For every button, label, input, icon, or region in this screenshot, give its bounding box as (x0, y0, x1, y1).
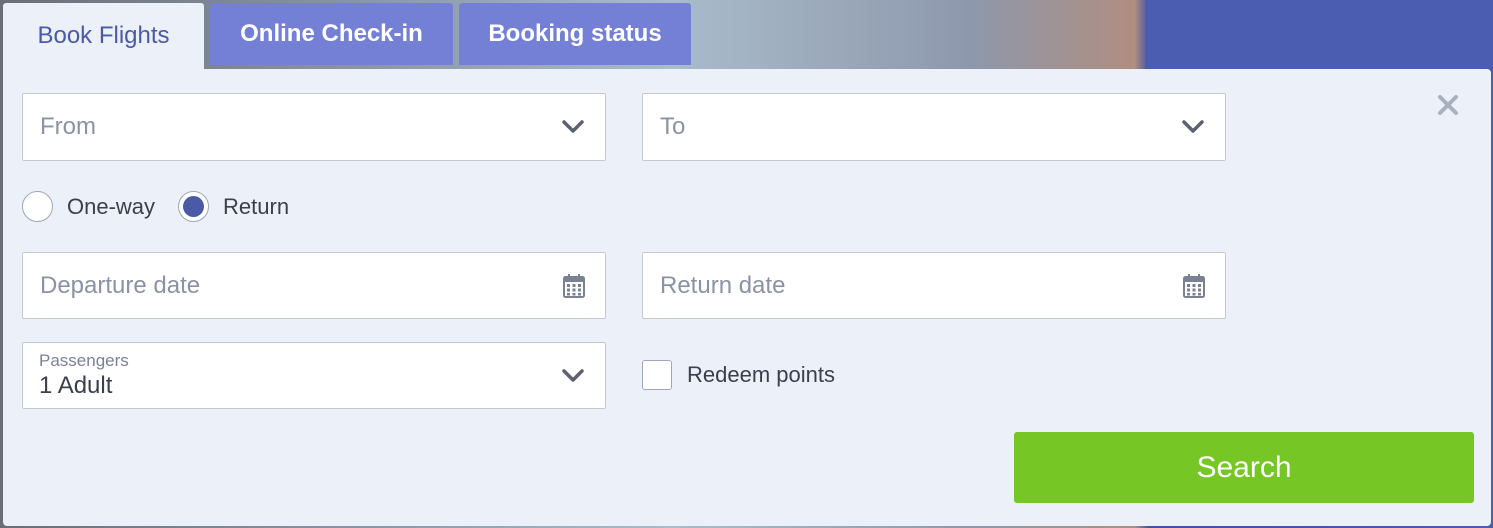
departure-date-field[interactable]: Departure date (22, 252, 606, 319)
booking-panel: From To One-way Return Departure date Re… (3, 69, 1491, 526)
passengers-value: 1 Adult (39, 371, 113, 399)
to-select[interactable]: To (642, 93, 1226, 161)
return-date-placeholder: Return date (660, 271, 786, 299)
one-way-label[interactable]: One-way (67, 194, 155, 220)
tab-book-flights[interactable]: Book Flights (3, 3, 204, 69)
radio-selected-dot (183, 196, 205, 217)
redeem-points-checkbox[interactable] (642, 360, 672, 390)
passengers-label: Passengers (39, 350, 129, 370)
redeem-points-group: Redeem points (642, 360, 835, 390)
background-band (1145, 0, 1493, 70)
from-placeholder: From (40, 113, 96, 140)
calendar-icon[interactable] (563, 273, 585, 298)
search-button[interactable]: Search (1014, 432, 1474, 503)
return-label[interactable]: Return (223, 194, 289, 220)
tab-booking-status[interactable]: Booking status (459, 3, 691, 65)
return-radio[interactable] (178, 191, 210, 222)
passengers-select[interactable]: Passengers 1 Adult (22, 342, 606, 409)
close-icon (1438, 95, 1458, 115)
calendar-icon[interactable] (1183, 273, 1205, 298)
departure-date-placeholder: Departure date (40, 271, 201, 299)
booking-tabs: Book Flights Online Check-in Booking sta… (3, 3, 691, 69)
from-select[interactable]: From (22, 93, 606, 161)
tab-online-check-in[interactable]: Online Check-in (210, 3, 453, 65)
to-placeholder: To (660, 113, 686, 140)
redeem-points-label[interactable]: Redeem points (687, 362, 835, 388)
chevron-down-icon (561, 368, 585, 384)
chevron-down-icon (1181, 119, 1205, 135)
close-button[interactable] (1434, 91, 1462, 119)
return-date-field[interactable]: Return date (642, 252, 1226, 319)
chevron-down-icon (561, 119, 585, 135)
one-way-radio[interactable] (22, 191, 53, 222)
trip-type-group: One-way Return (22, 191, 289, 222)
